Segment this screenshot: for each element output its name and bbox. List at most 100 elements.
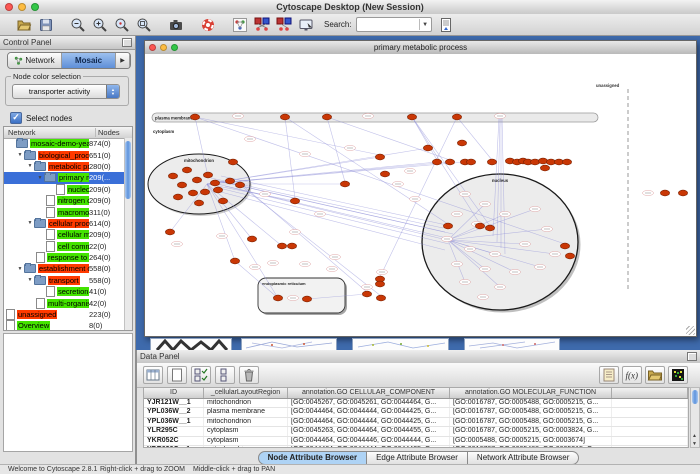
tree-row[interactable]: ▼transport558(0) <box>4 275 125 286</box>
network-node[interactable] <box>228 159 237 165</box>
annotation-tool-button[interactable] <box>296 16 316 34</box>
network-node[interactable] <box>210 180 219 186</box>
network-node[interactable] <box>280 114 289 120</box>
tree-row[interactable]: nitrogen compo209(0) <box>4 195 125 206</box>
network-node[interactable] <box>273 295 282 301</box>
network-node[interactable] <box>192 177 201 183</box>
tree-row[interactable]: ▼cellular process614(0) <box>4 218 125 229</box>
network-node[interactable] <box>487 159 496 165</box>
network-node[interactable] <box>432 159 441 165</box>
network-node[interactable] <box>230 258 239 264</box>
float-panel-icon[interactable] <box>122 38 132 47</box>
import-document-button[interactable] <box>436 16 456 34</box>
network-node[interactable] <box>457 140 466 146</box>
help-button[interactable] <box>198 16 218 34</box>
network-node[interactable] <box>362 291 371 297</box>
network-node[interactable] <box>287 243 296 249</box>
network-modify-a-button[interactable] <box>252 16 272 34</box>
create-view-button[interactable] <box>230 16 250 34</box>
tree-scrollbar-thumb[interactable] <box>125 141 131 199</box>
network-node[interactable] <box>194 200 203 206</box>
table-column-header[interactable]: _cellularLayoutRegion <box>204 388 288 398</box>
delete-attribute-button[interactable] <box>239 366 259 384</box>
network-node[interactable] <box>200 189 209 195</box>
tab-mosaic[interactable]: Mosaic <box>62 53 116 68</box>
network-node[interactable] <box>188 190 197 196</box>
background-window-fragment[interactable] <box>464 338 560 350</box>
network-node[interactable] <box>225 178 234 184</box>
network-canvas[interactable]: plasma membranecytoplasmmitochondrionnuc… <box>145 54 696 336</box>
tree-expand-icon[interactable]: ▼ <box>26 277 34 283</box>
tree-row[interactable]: cell communicat22(0) <box>4 241 125 252</box>
function-builder-button[interactable]: f(x) <box>622 366 642 384</box>
network-node[interactable] <box>218 198 227 204</box>
tree-row[interactable]: Overview8(0) <box>4 320 125 330</box>
network-node[interactable] <box>376 295 385 301</box>
network-node[interactable] <box>375 281 384 287</box>
tree-row[interactable]: ▼metabolic process280(0) <box>4 161 125 172</box>
tree-scrollbar[interactable] <box>124 138 132 330</box>
table-row[interactable]: YLR295Ccytoplasm[GO:0045263, GO:0044464,… <box>144 427 688 436</box>
column-format-button[interactable] <box>143 366 163 384</box>
open-file-button[interactable] <box>14 16 34 34</box>
network-node[interactable] <box>190 114 199 120</box>
network-window-titlebar[interactable]: primary metabolic process <box>145 41 696 55</box>
network-node[interactable] <box>177 182 186 188</box>
tab-overflow-arrow-icon[interactable]: ▶ <box>116 53 130 68</box>
network-node[interactable] <box>375 154 384 160</box>
table-row[interactable]: YJR121W__1mitochondrion[GO:0045267, GO:0… <box>144 399 688 408</box>
search-dropdown-icon[interactable]: ▼ <box>419 19 431 30</box>
table-scrollbar[interactable]: ▲ ▼ <box>690 387 700 448</box>
network-node[interactable] <box>485 225 494 231</box>
network-node[interactable] <box>203 172 212 178</box>
table-column-header[interactable]: ID <box>144 388 204 398</box>
network-node[interactable] <box>340 181 349 187</box>
new-attribute-button[interactable] <box>167 366 187 384</box>
attribute-notes-button[interactable] <box>599 366 619 384</box>
tree-expand-icon[interactable]: ▼ <box>16 152 24 158</box>
tree-col-network[interactable]: Network <box>4 128 96 137</box>
zoom-in-button[interactable] <box>90 16 110 34</box>
scroll-down-icon[interactable]: ▼ <box>692 441 697 447</box>
table-row[interactable]: YDR039C__1mitochondrion[GO:0044464, GO:0… <box>144 446 688 448</box>
network-node[interactable] <box>538 158 547 164</box>
tab-node-attribute-browser[interactable]: Node Attribute Browser <box>258 451 368 465</box>
background-window-fragment[interactable] <box>241 338 337 350</box>
network-node[interactable] <box>466 159 475 165</box>
table-column-header[interactable]: annotation.GO CELLULAR_COMPONENT <box>288 388 450 398</box>
network-node[interactable] <box>562 159 571 165</box>
tree-col-nodes[interactable]: Nodes <box>96 128 132 137</box>
network-node[interactable] <box>475 223 484 229</box>
network-node[interactable] <box>530 159 539 165</box>
tree-row[interactable]: response to stimulu264(0) <box>4 252 125 263</box>
network-node[interactable] <box>277 243 286 249</box>
network-node[interactable] <box>565 253 574 259</box>
network-node[interactable] <box>182 167 191 173</box>
tree-expand-icon[interactable]: ▼ <box>36 175 44 181</box>
tree-row[interactable]: ▼primary metabol209(... <box>4 172 125 183</box>
network-node[interactable] <box>443 223 452 229</box>
tree-row[interactable]: ▼biological_process651(0) <box>4 149 125 160</box>
tree-row[interactable]: ▼establishment of lo558(0) <box>4 263 125 274</box>
tree-expand-icon[interactable]: ▼ <box>16 266 24 272</box>
table-scrollbar-thumb[interactable] <box>692 390 698 404</box>
network-node[interactable] <box>290 198 299 204</box>
tab-edge-attribute-browser[interactable]: Edge Attribute Browser <box>367 451 468 465</box>
background-window-fragment[interactable] <box>150 338 232 350</box>
deselect-attributes-button[interactable] <box>215 366 235 384</box>
tree-row[interactable]: macromolecule311(0) <box>4 206 125 217</box>
attribute-matrix-button[interactable] <box>668 366 688 384</box>
network-node[interactable] <box>302 296 311 302</box>
table-row[interactable]: YPL036W__1mitochondrion[GO:0044464, GO:0… <box>144 418 688 427</box>
zoom-selected-button[interactable] <box>112 16 132 34</box>
float-panel-icon[interactable] <box>687 352 697 361</box>
window-resize-grip[interactable] <box>686 326 695 335</box>
network-node[interactable] <box>235 182 244 188</box>
birdseye-view[interactable] <box>3 333 133 452</box>
table-row[interactable]: YPL036W__2plasma membrane[GO:0044464, GO… <box>144 408 688 417</box>
network-node[interactable] <box>660 190 669 196</box>
network-node[interactable] <box>168 173 177 179</box>
search-input[interactable]: ▼ <box>356 17 432 32</box>
network-node[interactable] <box>213 187 222 193</box>
network-node[interactable] <box>540 165 549 171</box>
